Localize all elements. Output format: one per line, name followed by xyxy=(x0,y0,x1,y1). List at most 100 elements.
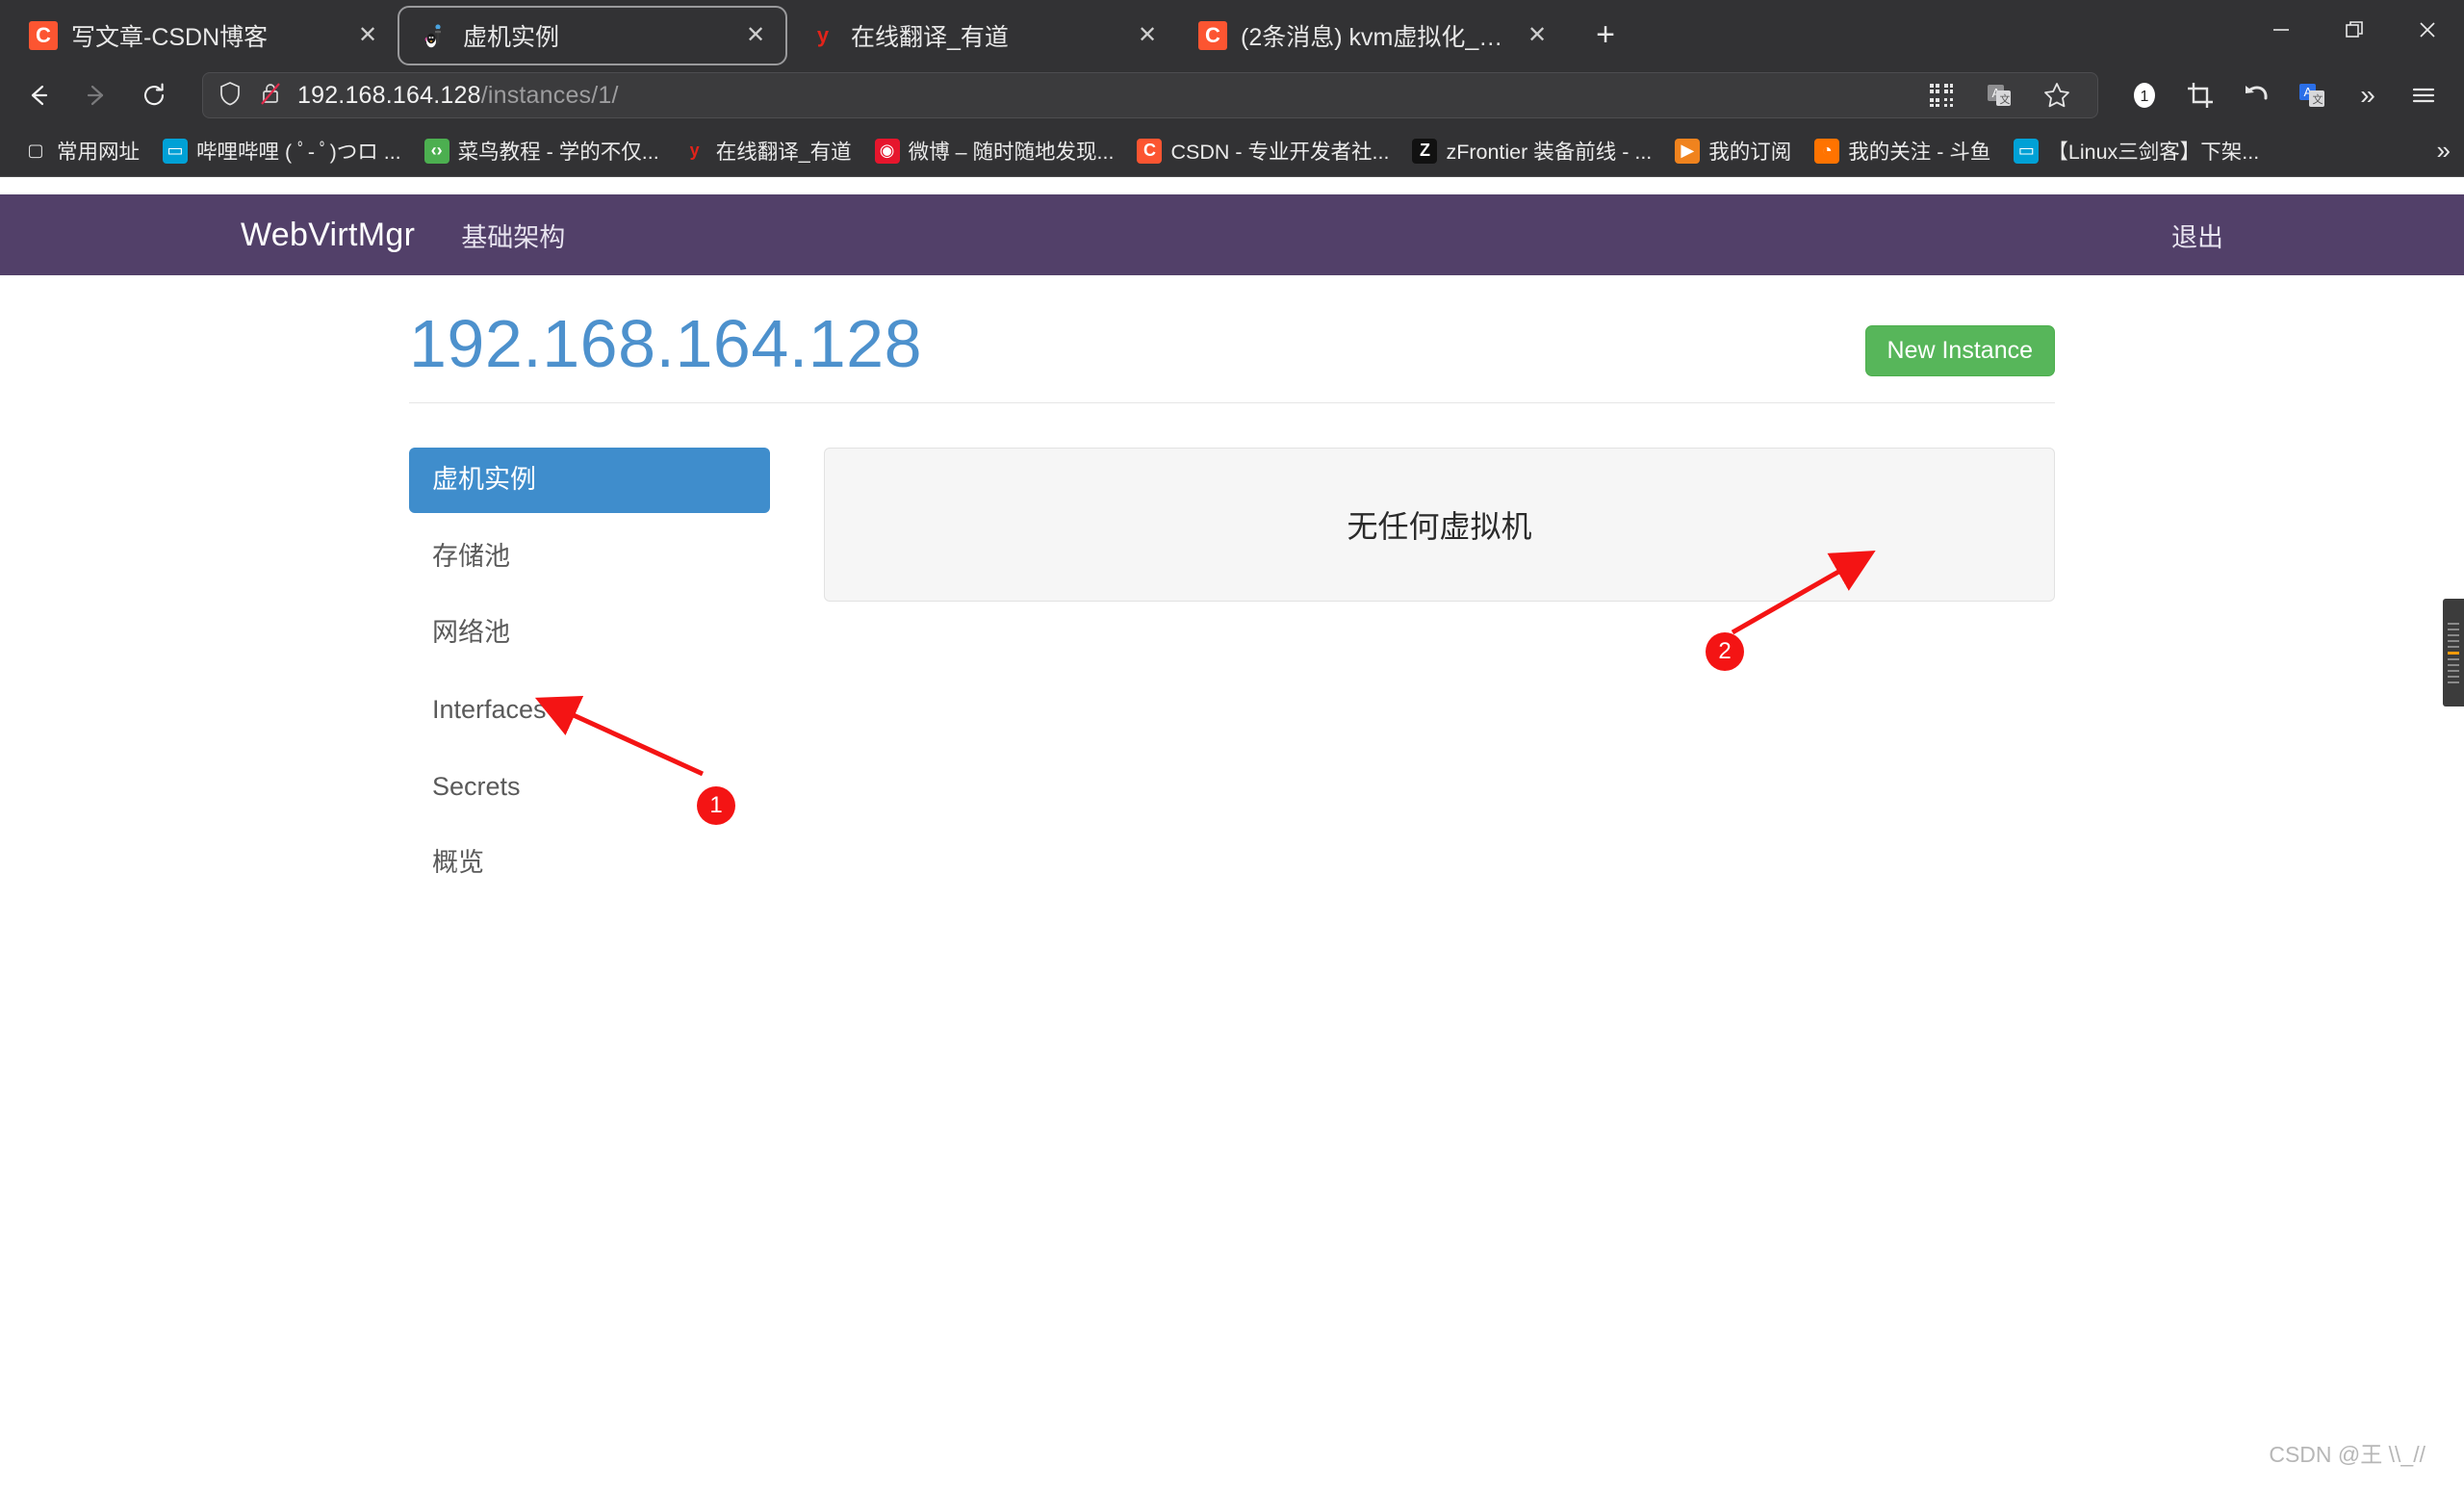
close-tab-icon[interactable]: ✕ xyxy=(1523,21,1552,50)
bookmark-item[interactable]: ◔ 我的关注 - 斗鱼 xyxy=(1805,131,2000,170)
tab-title: 虚机实例 xyxy=(463,24,560,51)
undo-arrow-icon[interactable] xyxy=(2235,74,2277,116)
bookmark-item[interactable]: y 在线翻译_有道 xyxy=(673,131,861,170)
forward-button-icon[interactable] xyxy=(69,68,123,122)
new-instance-button[interactable]: New Instance xyxy=(1864,325,2055,376)
sidebar-nav: 虚机实例 存储池 网络池 Interfaces Secrets 概览 xyxy=(409,448,770,908)
tab-title: 写文章-CSDN博客 xyxy=(71,24,269,51)
new-tab-button[interactable]: + xyxy=(1582,12,1629,58)
browser-tab-4[interactable]: C (2条消息) kvm虚拟化_A panac ✕ xyxy=(1177,6,1567,65)
folder-icon: ▢ xyxy=(27,141,44,160)
sidebar-item-overview[interactable]: 概览 xyxy=(409,831,770,896)
browser-tab-2-active[interactable]: 虚机实例 ✕ xyxy=(398,6,787,65)
bookmarks-bar: ▢ 常用网址 ▭ 哔哩哔哩 ( ﾟ- ﾟ)つロ ... ‹› 菜鸟教程 - 学的不仅.… xyxy=(0,125,2464,177)
tab-title: (2条消息) kvm虚拟化_A panac xyxy=(1241,24,1509,51)
page-header: 192.168.164.128 New Instance xyxy=(409,310,2055,403)
bookmark-item[interactable]: ‹› 菜鸟教程 - 学的不仅... xyxy=(415,131,669,170)
youdao-icon: y xyxy=(816,23,830,47)
svg-text:文: 文 xyxy=(2313,92,2323,106)
logout-link[interactable]: 退出 xyxy=(2171,217,2223,254)
close-tab-icon[interactable]: ✕ xyxy=(741,21,770,50)
douyu-icon: ◔ xyxy=(1814,138,1840,164)
tab-strip: C 写文章-CSDN博客 ✕ 虚机实例 ✕ y 在线翻译_有道 ✕ C (2条消… xyxy=(0,0,2464,65)
translate-blue-icon[interactable]: A 文 xyxy=(2291,74,2333,116)
url-host: 192.168.164.128 xyxy=(297,81,481,109)
chevron-double-right-icon[interactable]: » xyxy=(2347,74,2389,116)
empty-state-text: 无任何虚拟机 xyxy=(1347,509,1532,544)
widget-line xyxy=(2448,663,2459,666)
browser-tab-1[interactable]: C 写文章-CSDN博客 ✕ xyxy=(8,6,398,65)
bookmark-item[interactable]: ZzFrontier 装备前线 - ... xyxy=(1402,131,1661,170)
widget-line xyxy=(2448,639,2459,642)
floating-side-widget[interactable] xyxy=(2443,599,2464,706)
window-controls xyxy=(2245,0,2464,60)
brand-logo[interactable]: WebVirtMgr xyxy=(241,217,415,254)
annotation-badge-1: 1 xyxy=(697,786,735,825)
bookmark-item[interactable]: ▢ 常用网址 xyxy=(13,131,149,170)
nav-link-infrastructure[interactable]: 基础架构 xyxy=(461,217,565,254)
bookmark-item[interactable]: ◉ 微博 – 随时随地发现... xyxy=(865,131,1124,170)
hamburger-menu-icon[interactable] xyxy=(2402,74,2445,116)
bookmark-item[interactable]: C CSDN - 专业开发者社... xyxy=(1127,131,1399,170)
bookmark-label: 菜鸟教程 - 学的不仅... xyxy=(457,141,659,164)
browser-tab-3[interactable]: y 在线翻译_有道 ✕ xyxy=(787,6,1177,65)
browser-actions-toolbar: 1 A 文 » xyxy=(2114,74,2445,116)
close-tab-icon[interactable]: ✕ xyxy=(353,21,382,50)
page-container: 192.168.164.128 New Instance 虚机实例 存储池 网络… xyxy=(409,275,2055,908)
star-icon[interactable] xyxy=(2036,74,2078,116)
minimize-icon[interactable] xyxy=(2245,0,2318,60)
widget-line xyxy=(2448,675,2459,678)
navigation-toolbar: 192.168.164.128/instances/1/ A 文 1 A 文 » xyxy=(0,65,2464,125)
zfrontier-icon: Z xyxy=(1412,138,1438,164)
widget-line-highlight xyxy=(2448,651,2459,655)
svg-text:文: 文 xyxy=(2000,92,2011,106)
address-bar[interactable]: 192.168.164.128/instances/1/ A 文 xyxy=(202,72,2098,118)
bilibili-icon: ▭ xyxy=(2014,138,2040,164)
back-button-icon[interactable] xyxy=(12,68,65,122)
bookmark-item[interactable]: ▶ 我的订阅 xyxy=(1665,131,1801,170)
csdn-icon: C xyxy=(29,21,58,50)
bookmark-label: 哔哩哔哩 ( ﾟ- ﾟ)つロ ... xyxy=(196,141,401,164)
watermark: CSDN @王 \\_// xyxy=(2269,1442,2426,1467)
sidebar-item-network-pool[interactable]: 网络池 xyxy=(409,601,770,666)
page-body: 虚机实例 存储池 网络池 Interfaces Secrets 概览 无任何虚拟… xyxy=(409,448,2055,908)
url-text[interactable]: 192.168.164.128/instances/1/ xyxy=(297,82,1907,110)
bookmark-label: 在线翻译_有道 xyxy=(715,141,852,164)
bookmark-label: 【Linux三剑客】下架... xyxy=(2047,141,2260,164)
sidebar-item-storage-pool[interactable]: 存储池 xyxy=(409,525,770,590)
qr-code-icon[interactable] xyxy=(1920,74,1963,116)
bookmark-label: zFrontier 装备前线 - ... xyxy=(1446,141,1653,164)
widget-line xyxy=(2448,628,2459,630)
lock-crossed-icon[interactable] xyxy=(257,80,284,112)
bookmark-item[interactable]: ▭ 【Linux三剑客】下架... xyxy=(2004,131,2269,170)
widget-line xyxy=(2448,669,2459,672)
bookmark-label: 我的订阅 xyxy=(1708,141,1792,164)
runoob-icon: ‹› xyxy=(424,138,449,164)
bookmarks-overflow-icon[interactable]: » xyxy=(2437,136,2451,166)
translate-icon[interactable]: A 文 xyxy=(1978,74,2020,116)
annotation-badge-2: 2 xyxy=(1706,632,1744,671)
widget-line xyxy=(2448,622,2459,625)
subscription-icon: ▶ xyxy=(1675,138,1701,164)
tab-title: 在线翻译_有道 xyxy=(851,24,1009,51)
bookmark-item[interactable]: ▭ 哔哩哔哩 ( ﾟ- ﾟ)つロ ... xyxy=(153,131,411,170)
reload-button-icon[interactable] xyxy=(127,68,181,122)
page-viewport: WebVirtMgr 基础架构 退出 192.168.164.128 New I… xyxy=(0,194,2464,1490)
crop-icon[interactable] xyxy=(2179,74,2221,116)
close-tab-icon[interactable]: ✕ xyxy=(1133,21,1162,50)
browser-window: C 写文章-CSDN博客 ✕ 虚机实例 ✕ y 在线翻译_有道 ✕ C (2条消… xyxy=(0,0,2464,1490)
close-window-icon[interactable] xyxy=(2391,0,2464,60)
extension-badge-icon[interactable]: 1 xyxy=(2123,74,2166,116)
content-area: 无任何虚拟机 xyxy=(824,448,2055,908)
csdn-icon: C xyxy=(1137,138,1163,164)
weibo-icon: ◉ xyxy=(874,138,900,164)
restore-icon[interactable] xyxy=(2318,0,2391,60)
shield-icon xyxy=(217,80,244,112)
sidebar-item-interfaces[interactable]: Interfaces xyxy=(409,678,770,743)
page-title: 192.168.164.128 xyxy=(409,306,923,381)
youdao-icon: y xyxy=(689,141,700,160)
bookmark-label: 我的关注 - 斗鱼 xyxy=(1848,141,1991,164)
site-navbar: WebVirtMgr 基础架构 退出 xyxy=(0,194,2464,275)
empty-state-panel: 无任何虚拟机 xyxy=(824,448,2055,602)
sidebar-item-instances[interactable]: 虚机实例 xyxy=(409,448,770,513)
